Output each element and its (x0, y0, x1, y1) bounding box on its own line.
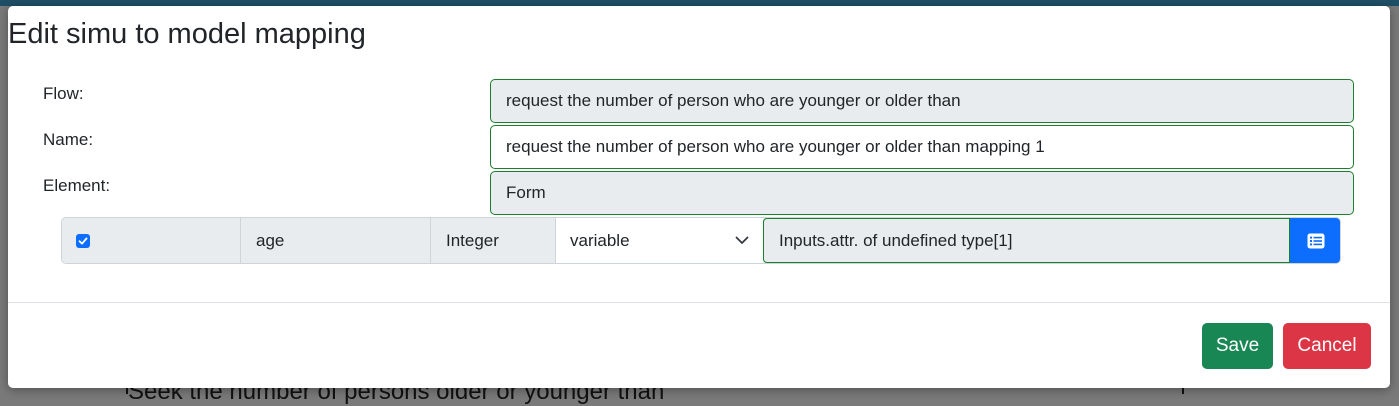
element-value: Form (506, 183, 546, 202)
flow-value: request the number of person who are you… (506, 91, 961, 110)
flow-field: request the number of person who are you… (490, 79, 1354, 123)
mapping-target-value: Inputs.attr. of undefined type[1] (779, 230, 1013, 250)
choose-target-button[interactable] (1290, 218, 1340, 263)
attribute-name: age (241, 218, 431, 263)
chevron-down-icon (735, 236, 749, 244)
mapping-checkbox-cell (62, 218, 241, 263)
save-button[interactable]: Save (1202, 323, 1273, 369)
mapping-target-input[interactable]: Inputs.attr. of undefined type[1] (763, 218, 1290, 263)
flow-label: Flow: (43, 84, 84, 103)
list-icon (1307, 233, 1324, 248)
mapping-checkbox[interactable] (76, 233, 90, 248)
checkmark-icon (78, 237, 88, 244)
element-field: Form (490, 171, 1354, 215)
name-label: Name: (43, 130, 94, 149)
footer-divider (8, 302, 1390, 303)
cancel-button[interactable]: Cancel (1283, 323, 1371, 369)
mapping-kind-select[interactable]: variable (556, 218, 763, 263)
mapping-row: age Integer variable Inputs.attr. of und… (61, 217, 1341, 264)
name-value: request the number of person who are you… (506, 137, 1045, 156)
attribute-type: Integer (431, 218, 556, 263)
edit-mapping-dialog: Edit simu to model mapping Flow: request… (8, 6, 1390, 388)
mapping-kind-value: variable (570, 230, 630, 250)
dialog-title: Edit simu to model mapping (8, 18, 366, 50)
element-label: Element: (43, 176, 111, 195)
name-input[interactable]: request the number of person who are you… (490, 125, 1354, 169)
